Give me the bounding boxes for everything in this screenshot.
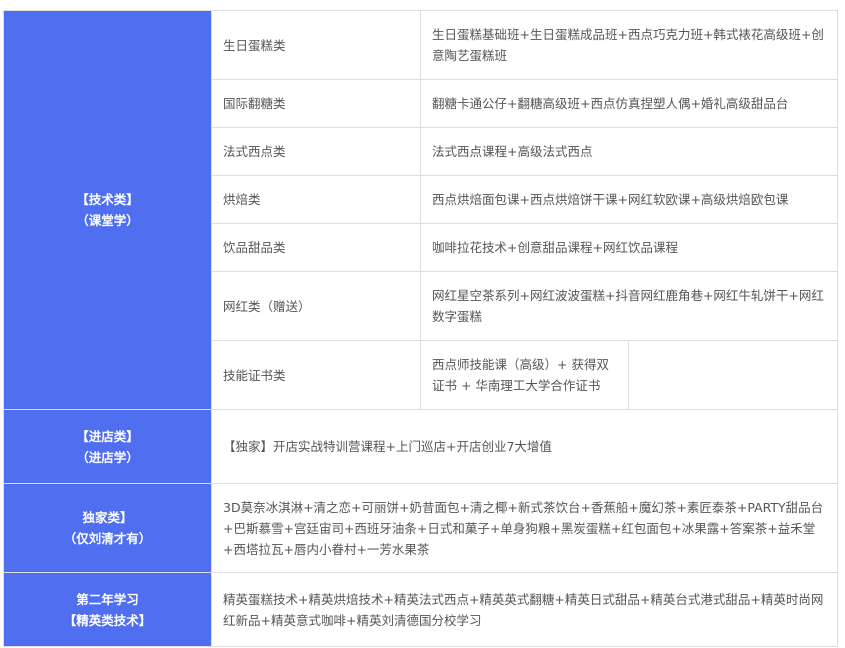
subcategory-cell: 技能证书类 [211,340,421,410]
detail-cell: 西点师技能课（高级）+ 获得双证书 + 华南理工大学合作证书 [420,340,629,410]
course-table-container: 【技术类】 （课堂学） 生日蛋糕类 生日蛋糕基础班+生日蛋糕成品班+西点巧克力班… [0,0,845,648]
detail-cell: 网红星空茶系列+网红波波蛋糕+抖音网红鹿角巷+网红牛轧饼干+网红数字蛋糕 [420,271,838,341]
subcategory-cell: 生日蛋糕类 [211,10,421,80]
detail-cell: 西点烘焙面包课+西点烘焙饼干课+网红软欧课+高级烘焙欧包课 [420,175,838,224]
detail-cell: 【独家】开店实战特训营课程+上门巡店+开店创业7大增值 [211,409,838,484]
detail-cell: 3D莫奈冰淇淋+清之恋+可丽饼+奶昔面包+清之椰+新式茶饮台+香蕉船+魔幻茶+素… [211,483,838,573]
detail-cell: 咖啡拉花技术+创意甜品课程+网红饮品课程 [420,223,838,272]
detail-cell: 生日蛋糕基础班+生日蛋糕成品班+西点巧克力班+韩式裱花高级班+创意陶艺蛋糕班 [420,10,838,80]
category-cell-store: 【进店类】 （进店学） [3,409,212,484]
category-title: 【技术类】 [76,192,139,207]
subcategory-cell: 烘焙类 [211,175,421,224]
detail-cell: 精英蛋糕技术+精英烘焙技术+精英法式西点+精英英式翻糖+精英日式甜品+精英台式港… [211,572,838,647]
table-row: 【进店类】 （进店学） 【独家】开店实战特训营课程+上门巡店+开店创业7大增值 [3,409,838,484]
subcategory-cell: 饮品甜品类 [211,223,421,272]
category-subtitle: 【精英类技术】 [63,612,152,628]
course-table: 【技术类】 （课堂学） 生日蛋糕类 生日蛋糕基础班+生日蛋糕成品班+西点巧克力班… [3,10,838,647]
table-row: 独家类】 （仅刘清才有） 3D莫奈冰淇淋+清之恋+可丽饼+奶昔面包+清之椰+新式… [3,483,838,573]
empty-cell [628,340,838,410]
category-subtitle: （进店学） [76,449,139,465]
table-row: 第二年学习 【精英类技术】 精英蛋糕技术+精英烘焙技术+精英法式西点+精英英式翻… [3,572,838,647]
detail-cell: 翻糖卡通公仔+翻糖高级班+西点仿真捏塑人偶+婚礼高级甜品台 [420,79,838,128]
category-title: 第二年学习 [76,591,139,607]
subcategory-cell: 网红类（赠送） [211,271,421,341]
subcategory-cell: 国际翻糖类 [211,79,421,128]
category-cell-elite: 第二年学习 【精英类技术】 [3,572,212,647]
category-cell-tech: 【技术类】 （课堂学） [3,10,212,410]
table-row: 【技术类】 （课堂学） 生日蛋糕类 生日蛋糕基础班+生日蛋糕成品班+西点巧克力班… [3,10,838,410]
subcategory-cell: 法式西点类 [211,127,421,176]
category-title: 独家类】 [82,510,133,525]
category-subtitle: （课堂学） [76,213,139,228]
category-subtitle: （仅刘清才有） [63,531,152,546]
detail-cell: 法式西点课程+高级法式西点 [420,127,838,176]
category-title: 【进店类】 [76,428,139,444]
category-cell-exclusive: 独家类】 （仅刘清才有） [3,483,212,573]
